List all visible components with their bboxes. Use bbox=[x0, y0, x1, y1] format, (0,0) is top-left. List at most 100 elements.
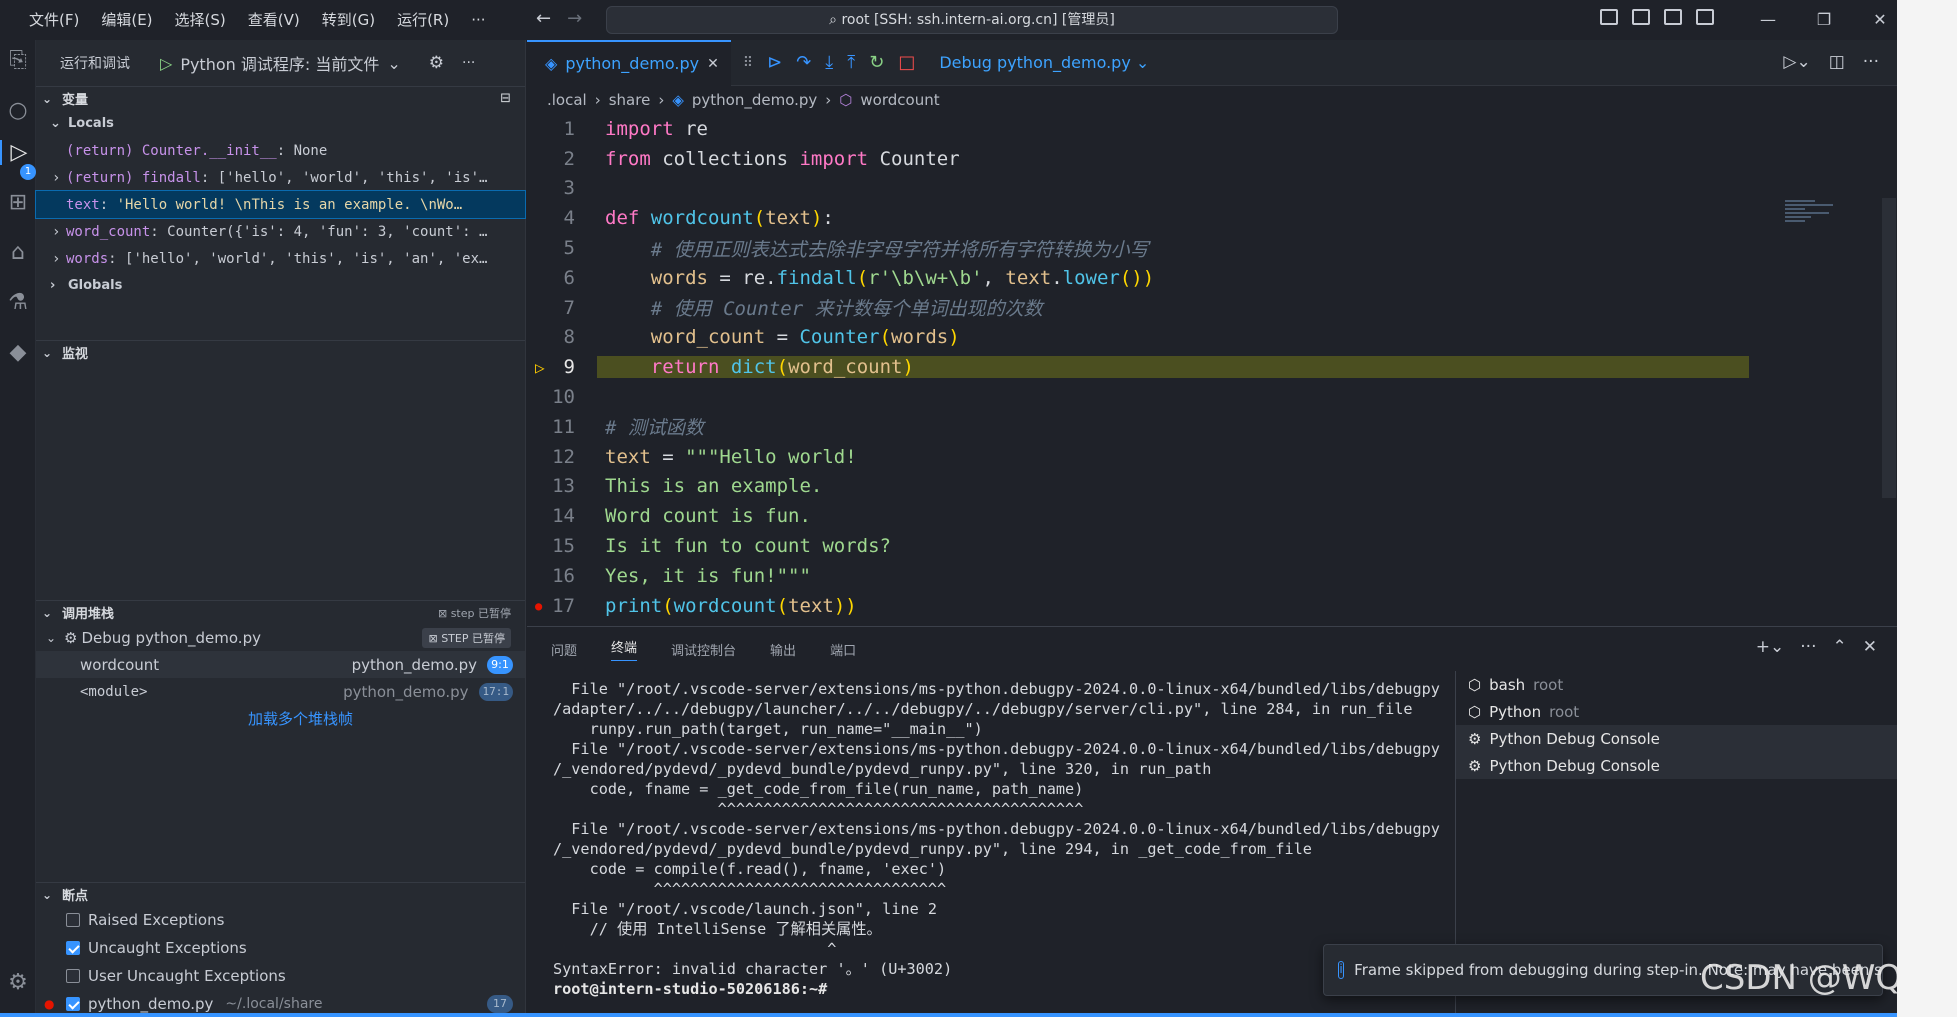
callstack-section-header[interactable]: ⌄ 调用堆栈 ⊠ step 已暂停 bbox=[36, 600, 525, 624]
customize-layout-icon[interactable] bbox=[1696, 9, 1714, 25]
restart-icon[interactable]: ↻ bbox=[869, 52, 884, 73]
breadcrumb-item[interactable]: wordcount bbox=[860, 91, 939, 109]
debug-config-select[interactable]: Debug python_demo.py ⌄ bbox=[939, 53, 1149, 72]
editor-scrollbar[interactable] bbox=[1882, 198, 1896, 498]
launch-config-select[interactable]: ▷ Python 调试程序: 当前文件 ⌄ bbox=[160, 51, 401, 75]
tab-python-demo[interactable]: ◈ python_demo.py ✕ bbox=[527, 39, 731, 86]
checkbox[interactable] bbox=[66, 997, 80, 1011]
debug-toolbar: ⠿ ⊳ ↷ ⤓ ⤒ ↻ □ Debug python_demo.py ⌄ bbox=[743, 52, 1149, 73]
drag-handle-icon[interactable]: ⠿ bbox=[743, 55, 753, 71]
extensions-icon[interactable]: ⊞ bbox=[0, 190, 36, 215]
new-terminal-icon[interactable]: +⌄ bbox=[1756, 637, 1785, 657]
info-icon: i bbox=[1338, 961, 1345, 979]
toggle-secondary-sidebar-icon[interactable] bbox=[1664, 9, 1682, 25]
maximize-panel-icon[interactable]: ⌃ bbox=[1833, 637, 1847, 657]
variable-row[interactable]: text: 'Hello world! \nThis is an example… bbox=[35, 190, 526, 219]
terminal-item[interactable]: ⚙ Python Debug Console bbox=[1456, 752, 1897, 779]
more-actions-icon[interactable]: ··· bbox=[1863, 52, 1879, 72]
breakpoint-user-uncaught-exceptions[interactable]: User Uncaught Exceptions bbox=[36, 962, 525, 990]
terminal-item[interactable]: ⬡ bash root bbox=[1456, 671, 1897, 698]
forward-arrow-icon[interactable]: → bbox=[567, 8, 582, 29]
minimize-icon[interactable]: — bbox=[1740, 4, 1796, 36]
variables-section-header[interactable]: ⌄ 变量 ⊟ bbox=[36, 86, 525, 110]
step-into-icon[interactable]: ⤓ bbox=[825, 52, 833, 73]
code-editor[interactable]: 1 import re 2 from collections import Coun… bbox=[527, 114, 1897, 625]
menu-run[interactable]: 运行(R) bbox=[386, 0, 460, 40]
breakpoint-raised-exceptions[interactable]: Raised Exceptions bbox=[36, 906, 525, 934]
menu-edit[interactable]: 编辑(E) bbox=[90, 0, 163, 40]
search-icon[interactable]: ○ bbox=[0, 98, 36, 123]
run-debug-dropdown-icon[interactable]: ▷⌄ bbox=[1783, 52, 1810, 72]
code-line: 7 # 使用 Counter 来计数每个单词出现的次数 bbox=[563, 296, 1043, 321]
tab-ports[interactable]: 端口 bbox=[830, 640, 856, 659]
debug-session-row[interactable]: ⌄ ⚙ Debug python_demo.py ⊠ STEP 已暂停 bbox=[36, 624, 525, 651]
stop-icon[interactable]: □ bbox=[898, 52, 915, 73]
locals-scope[interactable]: ⌄ Locals bbox=[36, 110, 525, 137]
menu-file[interactable]: 文件(F) bbox=[18, 0, 90, 40]
breadcrumb-item[interactable]: python_demo.py bbox=[692, 91, 817, 109]
close-icon[interactable]: ✕ bbox=[707, 56, 719, 72]
breadcrumb-item[interactable]: share bbox=[609, 91, 651, 109]
step-out-icon[interactable]: ⤒ bbox=[847, 52, 855, 73]
menu-go[interactable]: 转到(G) bbox=[311, 0, 386, 40]
toggle-panel-icon[interactable] bbox=[1632, 9, 1650, 25]
minimap[interactable] bbox=[1785, 198, 1845, 238]
start-debug-icon[interactable]: ▷ bbox=[160, 54, 172, 73]
variable-value: ['hello', 'world', 'this', 'is', 'an', '… bbox=[125, 250, 488, 267]
terminal-item[interactable]: ⬡ Python root bbox=[1456, 698, 1897, 725]
variable-name: words bbox=[66, 250, 109, 267]
terminal-item[interactable]: ⚙ Python Debug Console bbox=[1456, 725, 1897, 752]
checkbox[interactable] bbox=[66, 969, 80, 983]
load-more-frames-link[interactable]: 加载多个堆栈帧 bbox=[36, 705, 525, 732]
chevron-down-icon[interactable]: ⌄ bbox=[387, 54, 400, 73]
command-center[interactable]: ⌕ root [SSH: ssh.intern-ai.org.cn] [管理员] bbox=[606, 6, 1338, 34]
tab-problems[interactable]: 问题 bbox=[551, 640, 577, 659]
variable-row[interactable]: (return) Counter.__init__: None bbox=[36, 137, 525, 164]
callstack-title: 调用堆栈 bbox=[62, 607, 115, 622]
more-actions-icon[interactable]: ··· bbox=[1800, 637, 1816, 657]
toggle-primary-sidebar-icon[interactable] bbox=[1600, 9, 1618, 25]
step-over-icon[interactable]: ↷ bbox=[796, 52, 811, 73]
globals-label: Globals bbox=[68, 278, 123, 293]
collapse-all-icon[interactable]: ⊟ bbox=[500, 91, 511, 106]
tab-debug-console[interactable]: 调试控制台 bbox=[671, 640, 736, 659]
breadcrumb-item[interactable]: .local bbox=[547, 91, 587, 109]
testing-icon[interactable]: ⚗ bbox=[0, 290, 36, 315]
variable-row[interactable]: › words: ['hello', 'world', 'this', 'is'… bbox=[36, 245, 525, 272]
menu-selection[interactable]: 选择(S) bbox=[164, 0, 237, 40]
explorer-icon[interactable]: ⎘ bbox=[0, 48, 36, 73]
checkbox[interactable] bbox=[66, 941, 80, 955]
variable-row[interactable]: › word_count: Counter({'is': 4, 'fun': 3… bbox=[36, 218, 525, 245]
menu-view[interactable]: 查看(V) bbox=[237, 0, 311, 40]
back-arrow-icon[interactable]: ← bbox=[536, 8, 551, 29]
stack-frame-row[interactable]: <module> python_demo.py 17:1 bbox=[36, 678, 525, 705]
settings-gear-icon[interactable]: ⚙ bbox=[0, 970, 36, 995]
menu-more[interactable]: ··· bbox=[460, 0, 496, 40]
run-debug-sidebar: 运行和调试 ▷ Python 调试程序: 当前文件 ⌄ ⚙ ··· ⌄ 变量 ⊟… bbox=[35, 40, 526, 1017]
split-editor-icon[interactable]: ◫ bbox=[1829, 52, 1845, 72]
breakpoint-uncaught-exceptions[interactable]: Uncaught Exceptions bbox=[36, 934, 525, 962]
variable-row[interactable]: › (return) findall: ['hello', 'world', '… bbox=[36, 164, 525, 191]
tab-terminal[interactable]: 终端 bbox=[611, 637, 638, 661]
remote-explorer-icon[interactable]: ⌂ bbox=[0, 240, 36, 265]
chevron-right-icon: › bbox=[50, 278, 56, 293]
checkbox[interactable] bbox=[66, 913, 80, 927]
debug-gear-icon: ⚙ bbox=[1468, 729, 1482, 748]
restore-icon[interactable]: ❐ bbox=[1796, 4, 1852, 36]
sidebar-title: 运行和调试 bbox=[60, 56, 130, 72]
stack-frame-row[interactable]: wordcount python_demo.py 9:1 bbox=[36, 651, 525, 678]
python-icon[interactable]: ◆ bbox=[0, 340, 36, 365]
more-actions-icon[interactable]: ··· bbox=[462, 55, 475, 71]
run-debug-icon[interactable]: ▷ 1 bbox=[0, 140, 36, 180]
continue-icon[interactable]: ⊳ bbox=[767, 52, 782, 73]
breakpoints-section-header[interactable]: ⌄ 断点 bbox=[36, 882, 525, 906]
breakpoint-dot-icon[interactable]: ● bbox=[535, 599, 542, 613]
breadcrumb: .local › share › ◈ python_demo.py › ⬡ wo… bbox=[527, 86, 1897, 114]
frame-name: <module> bbox=[80, 683, 148, 700]
close-panel-icon[interactable]: ✕ bbox=[1863, 637, 1877, 657]
watch-section-header[interactable]: ⌄ 监视 bbox=[36, 340, 525, 364]
gear-icon[interactable]: ⚙ bbox=[429, 53, 444, 73]
tab-output[interactable]: 输出 bbox=[770, 640, 796, 659]
globals-scope[interactable]: › Globals bbox=[36, 272, 525, 299]
breakpoint-label: Uncaught Exceptions bbox=[88, 939, 247, 957]
